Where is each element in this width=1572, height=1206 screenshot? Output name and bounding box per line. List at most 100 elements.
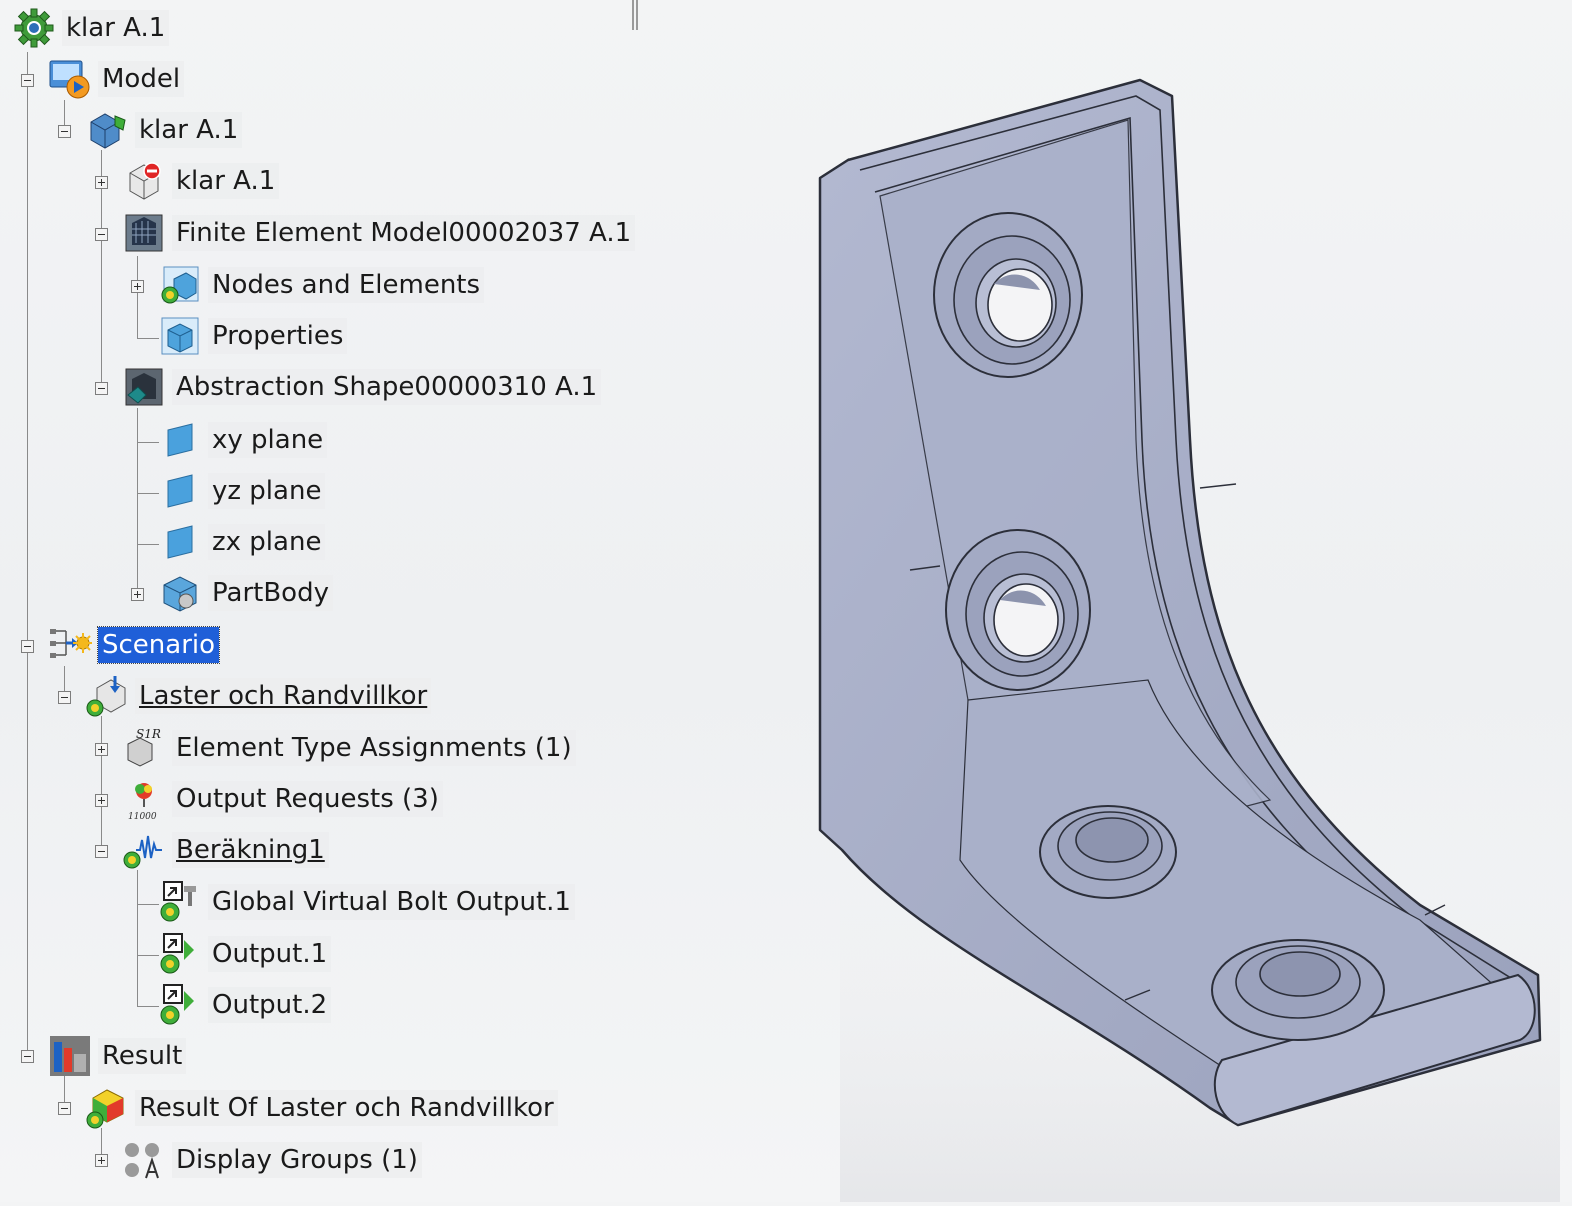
result-icon: [48, 1034, 92, 1078]
tree-line: [137, 442, 159, 443]
tree-line: [137, 256, 138, 338]
expand-toggle[interactable]: [95, 176, 108, 189]
output-icon: [158, 932, 202, 976]
tree-node-xy-plane[interactable]: xy plane: [158, 418, 328, 462]
collapse-toggle[interactable]: [21, 1050, 34, 1063]
tree-line: [137, 904, 159, 905]
tree-node-zx-plane[interactable]: zx plane: [158, 520, 326, 564]
tree-label: Nodes and Elements: [208, 267, 485, 303]
plane-icon: [158, 469, 202, 513]
output-icon: [158, 880, 202, 924]
tree-node-result[interactable]: Result: [48, 1034, 187, 1078]
tree-label: Properties: [208, 318, 348, 354]
tree-label: Output Requests (3): [172, 781, 443, 817]
partbody-icon: [158, 571, 202, 615]
properties-icon: [158, 314, 202, 358]
tree-line: [137, 1006, 159, 1007]
collapse-toggle[interactable]: [58, 691, 71, 704]
collapse-toggle[interactable]: [95, 228, 108, 241]
tree-line: [137, 338, 159, 339]
specification-tree: klar A.1 Model klar A.1 klar A.1 Finite …: [0, 0, 660, 1202]
tree-label: Abstraction Shape00000310 A.1: [172, 369, 602, 405]
part-icon: [122, 159, 166, 203]
tree-line: [137, 870, 138, 1006]
tree-label: Element Type Assignments (1): [172, 730, 576, 766]
tree-node-global-bolt[interactable]: Global Virtual Bolt Output.1: [158, 880, 575, 924]
tree-label: Finite Element Model00002037 A.1: [172, 215, 636, 251]
product-icon: [85, 108, 129, 152]
tree-line: [137, 408, 138, 596]
tree-node-root[interactable]: klar A.1: [12, 6, 170, 50]
collapse-toggle[interactable]: [21, 74, 34, 87]
plane-icon: [158, 520, 202, 564]
output-requests-icon-text: 11000: [128, 812, 157, 821]
collapse-toggle[interactable]: [21, 640, 34, 653]
tree-node-output-requests[interactable]: 11000 Output Requests (3): [122, 777, 443, 822]
tree-label: klar A.1: [135, 112, 243, 148]
tree-label: Laster och Randvillkor: [135, 678, 432, 714]
tree-line: [137, 493, 159, 494]
output-icon: [158, 983, 202, 1027]
tree-node-result-of[interactable]: Result Of Laster och Randvillkor: [85, 1086, 558, 1130]
tree-label: Beräkning1: [172, 832, 329, 868]
tree-node-partbody[interactable]: PartBody: [158, 573, 333, 613]
collapse-toggle[interactable]: [58, 1102, 71, 1115]
hole-base-front: [1211, 939, 1385, 1041]
expand-toggle[interactable]: [131, 588, 144, 601]
loads-restraints-icon: [85, 674, 129, 718]
tree-label: yz plane: [208, 473, 326, 509]
tree-label: PartBody: [208, 575, 333, 611]
result-set-icon: [85, 1086, 129, 1130]
tree-label: klar A.1: [172, 163, 280, 199]
gear-icon: [12, 6, 56, 50]
bracket-part[interactable]: [660, 0, 1572, 1202]
hole-lower: [945, 529, 1091, 691]
tree-node-abstraction[interactable]: Abstraction Shape00000310 A.1: [122, 365, 602, 409]
collapse-toggle[interactable]: [95, 382, 108, 395]
tree-node-part[interactable]: klar A.1: [122, 159, 280, 203]
tree-node-model[interactable]: Model: [48, 57, 185, 101]
tree-node-element-types[interactable]: S1R Element Type Assignments (1): [122, 726, 576, 770]
tree-node-properties[interactable]: Properties: [158, 314, 348, 358]
tree-node-display-groups[interactable]: Display Groups (1): [122, 1140, 422, 1180]
tree-label: Global Virtual Bolt Output.1: [208, 884, 575, 920]
model-icon: [48, 57, 92, 101]
tree-label: Display Groups (1): [172, 1142, 422, 1178]
tree-node-calc[interactable]: Beräkning1: [122, 830, 329, 870]
output-requests-icon: 11000: [122, 777, 166, 822]
tree-node-scenario[interactable]: Scenario: [48, 623, 221, 667]
tree-node-nodes-elements[interactable]: Nodes and Elements: [158, 265, 485, 305]
tree-node-product[interactable]: klar A.1: [85, 108, 243, 152]
3d-viewport[interactable]: [660, 0, 1572, 1202]
tree-label: Model: [98, 61, 185, 97]
expand-toggle[interactable]: [131, 280, 144, 293]
abstraction-shape-icon: [122, 365, 166, 409]
scenario-icon: [48, 623, 92, 667]
tree-label: klar A.1: [62, 10, 170, 46]
expand-toggle[interactable]: [95, 1154, 108, 1167]
tree-node-fem[interactable]: Finite Element Model00002037 A.1: [122, 211, 636, 255]
tree-label: Output.2: [208, 987, 332, 1023]
tree-label: Result: [98, 1038, 187, 1074]
tree-node-output1[interactable]: Output.1: [158, 932, 332, 976]
display-groups-icon: [122, 1138, 166, 1182]
tree-label: Output.1: [208, 936, 332, 972]
computation-icon: [122, 828, 166, 872]
tree-label-selected: Scenario: [96, 626, 221, 664]
tree-node-loads[interactable]: Laster och Randvillkor: [85, 674, 432, 718]
collapse-toggle[interactable]: [95, 845, 108, 858]
plane-icon: [158, 418, 202, 462]
tree-line: [137, 544, 159, 545]
panel-splitter[interactable]: [632, 0, 638, 30]
tree-label: zx plane: [208, 524, 326, 560]
tree-node-yz-plane[interactable]: yz plane: [158, 469, 326, 513]
expand-toggle[interactable]: [95, 743, 108, 756]
hole-upper: [933, 212, 1083, 378]
finite-element-model-icon: [122, 211, 166, 255]
tree-line: [27, 52, 28, 1058]
tree-node-output2[interactable]: Output.2: [158, 983, 332, 1027]
collapse-toggle[interactable]: [58, 125, 71, 138]
element-type-icon: S1R: [122, 726, 166, 770]
tree-label: xy plane: [208, 422, 328, 458]
expand-toggle[interactable]: [95, 794, 108, 807]
